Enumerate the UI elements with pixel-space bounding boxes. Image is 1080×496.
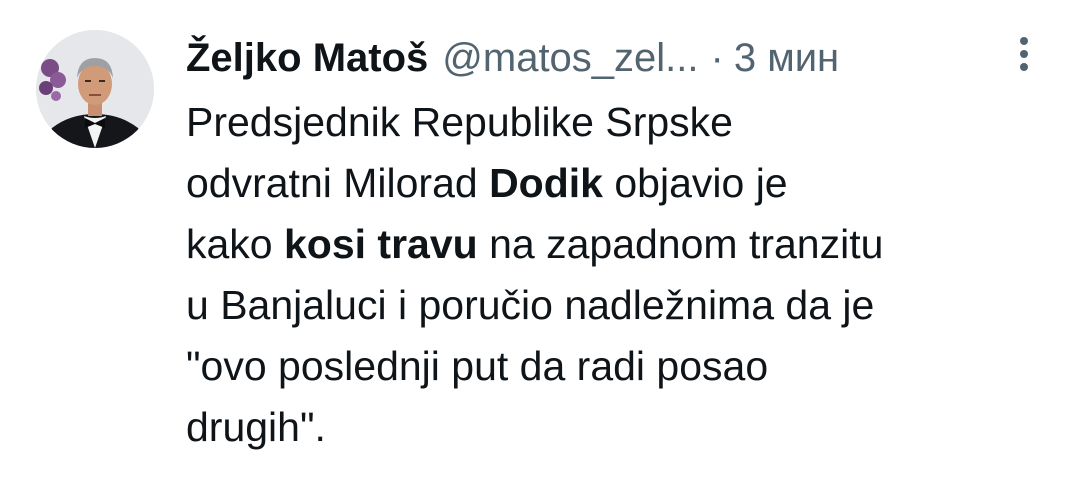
user-handle[interactable]: @matos_zel...: [442, 36, 698, 81]
tweet-text-span: odvratni Milorad: [186, 160, 490, 206]
tweet-text-span: drugih".: [186, 404, 326, 450]
more-options-button[interactable]: [1004, 30, 1044, 78]
tweet-text-bold: kosi travu: [284, 221, 478, 267]
vertical-ellipsis-icon: [1020, 37, 1028, 71]
tweet-text-bold: Dodik: [489, 160, 603, 206]
tweet-header: Željko Matoš @matos_zel... · 3 мин: [186, 28, 839, 88]
avatar-photo-icon: [36, 30, 154, 148]
tweet-text-line: "ovo poslednji put da radi posao: [186, 336, 1066, 397]
tweet-text-line: drugih".: [186, 397, 1066, 458]
tweet-text-line: odvratni Milorad Dodik objavio je: [186, 153, 1066, 214]
separator-dot: ·: [710, 35, 724, 80]
timestamp[interactable]: 3 мин: [734, 36, 839, 81]
tweet-text-span: objavio je: [602, 160, 788, 206]
tweet-text-line: u Banjaluci i poručio nadležnima da je: [186, 275, 1066, 336]
tweet-text-span: kako: [186, 221, 284, 267]
tweet-text-span: Predsjednik Republike Srpske: [186, 99, 733, 145]
tweet-text-line: kako kosi travu na zapadnom tranzitu: [186, 214, 1066, 275]
tweet-card[interactable]: Željko Matoš @matos_zel... · 3 мин Preds…: [0, 0, 1080, 496]
tweet-text-span: "ovo poslednji put da radi posao: [186, 343, 769, 389]
display-name[interactable]: Željko Matoš: [186, 36, 428, 81]
tweet-text: Predsjednik Republike Srpske odvratni Mil…: [186, 92, 1066, 458]
tweet-text-span: u Banjaluci i poručio nadležnima da je: [186, 282, 875, 328]
avatar[interactable]: [36, 30, 154, 148]
tweet-text-line: Predsjednik Republike Srpske: [186, 92, 1066, 153]
tweet-text-span: na zapadnom tranzitu: [477, 221, 884, 267]
